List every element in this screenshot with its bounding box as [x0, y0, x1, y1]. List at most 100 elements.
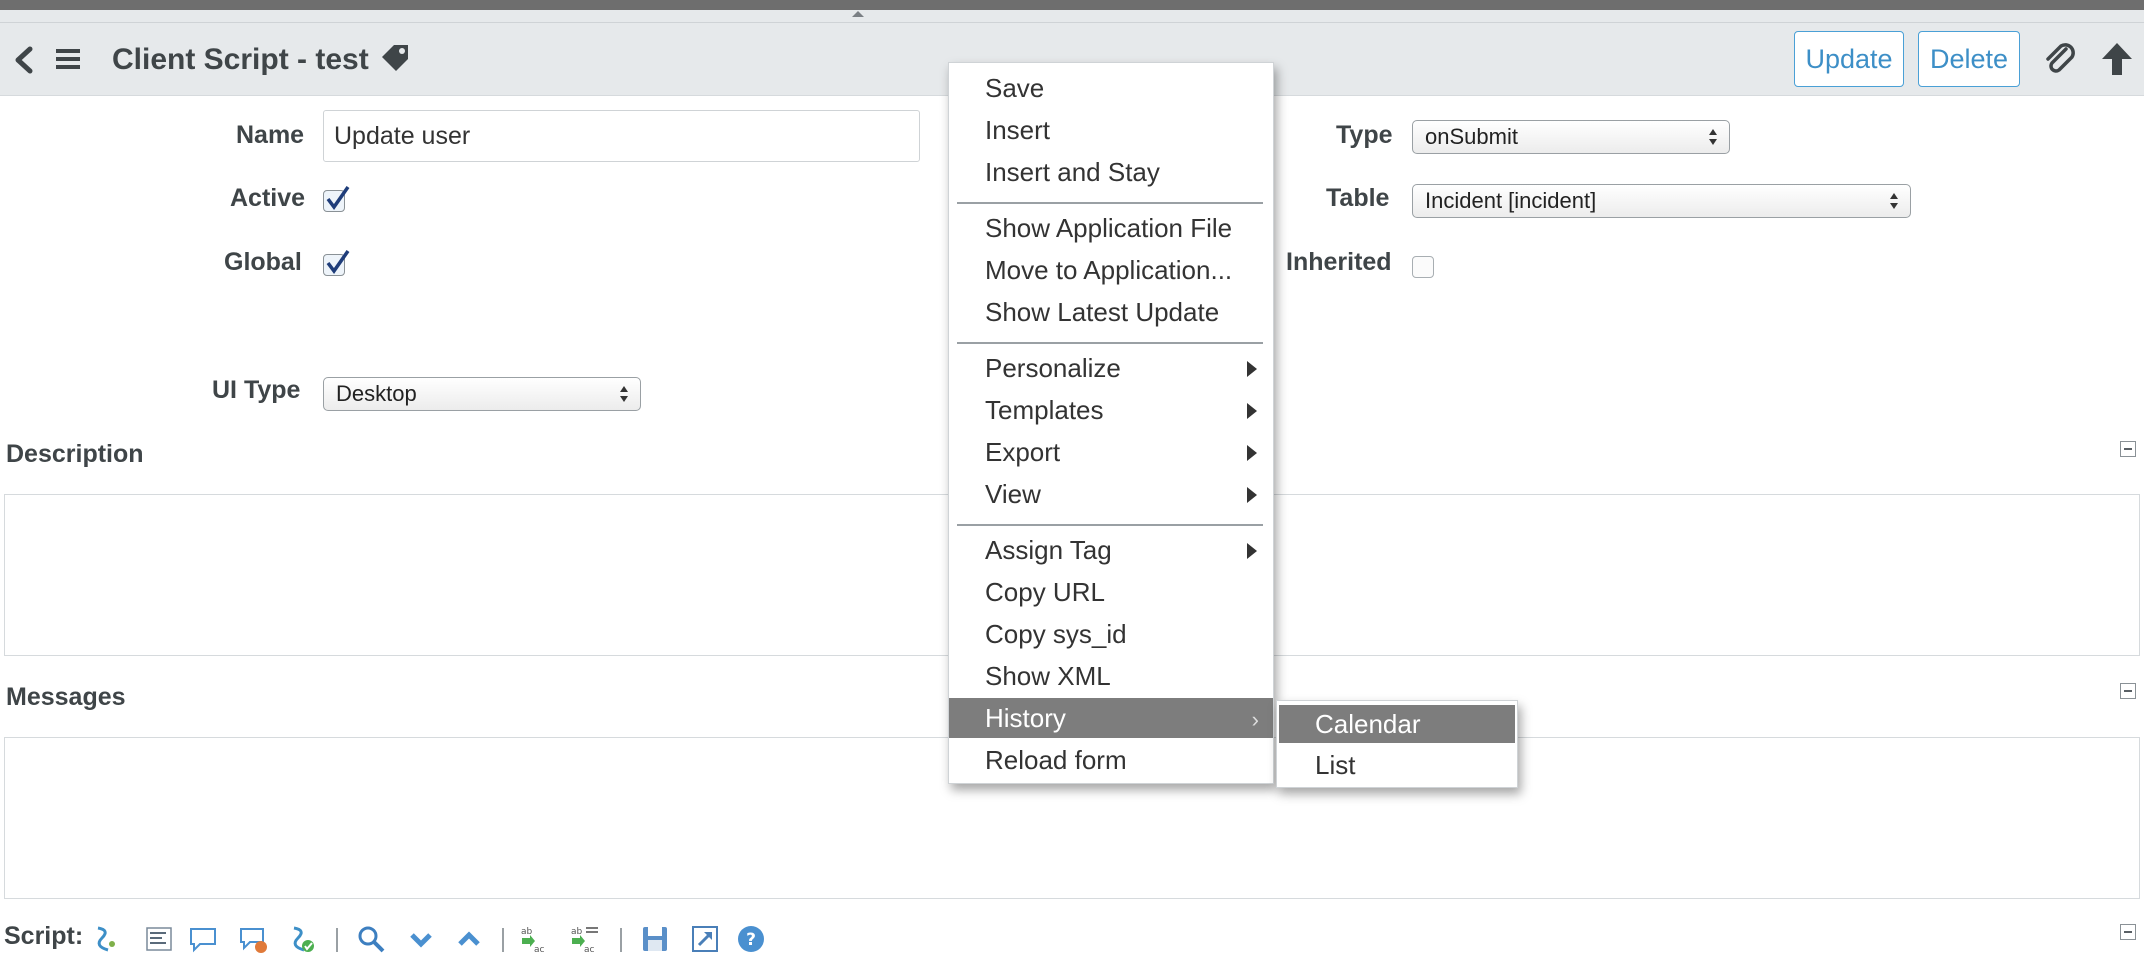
menu-item-label: Assign Tag [985, 534, 1112, 565]
menu-item-label: History [985, 702, 1066, 733]
menu-item-assign-tag[interactable]: Assign Tag [949, 530, 1273, 570]
menu-item-show-latest-update[interactable]: Show Latest Update [949, 292, 1273, 332]
window-top-bar [0, 0, 2144, 10]
menu-item-copy-url[interactable]: Copy URL [949, 572, 1273, 612]
fullscreen-icon[interactable] [690, 924, 720, 954]
find-next-icon[interactable] [406, 924, 436, 954]
collapse-strip[interactable] [0, 10, 2144, 23]
menu-item-label: Export [985, 436, 1061, 467]
global-label: Global [224, 248, 302, 276]
collapse-messages-button[interactable] [2120, 683, 2136, 699]
page-title: Client Script - test [112, 43, 369, 76]
name-input[interactable] [323, 110, 920, 162]
ui-type-label: UI Type [212, 376, 301, 404]
ui-type-value: Desktop [336, 381, 417, 406]
collapse-description-button[interactable] [2120, 441, 2136, 457]
menu-item-view[interactable]: View [949, 474, 1273, 514]
menu-item-label: Reload form [985, 744, 1127, 775]
uncomment-icon[interactable] [238, 924, 268, 954]
menu-item-show-application-file[interactable]: Show Application File [949, 208, 1273, 248]
menu-item-reload-form[interactable]: Reload form [949, 740, 1273, 780]
submenu-item-label: Calendar [1315, 708, 1421, 739]
update-button[interactable]: Update [1794, 31, 1904, 87]
toolbar-separator [502, 928, 504, 952]
ui-type-select[interactable]: Desktop [323, 377, 641, 411]
menu-item-label: Move to Application... [985, 254, 1233, 285]
menu-item-label: Copy sys_id [985, 618, 1127, 649]
hamburger-menu-icon[interactable] [54, 47, 82, 71]
submenu-arrow-icon [1247, 487, 1257, 503]
help-icon[interactable]: ? [736, 924, 766, 954]
menu-separator [957, 342, 1263, 344]
svg-text:?: ? [746, 930, 756, 950]
submenu-arrow-icon [1247, 403, 1257, 419]
submenu-arrow-icon [1247, 543, 1257, 559]
scroll-to-top-icon[interactable] [2100, 41, 2134, 77]
menu-item-export[interactable]: Export [949, 432, 1273, 472]
active-checkbox[interactable] [323, 185, 350, 212]
menu-item-show-xml[interactable]: Show XML [949, 656, 1273, 696]
back-icon[interactable] [10, 45, 38, 75]
format-icon[interactable] [144, 924, 174, 954]
active-label: Active [230, 184, 306, 212]
menu-item-history[interactable]: History › [949, 698, 1273, 738]
collapse-script-button[interactable] [2120, 924, 2136, 940]
replace-icon[interactable]: ab ac [520, 924, 550, 954]
table-label: Table [1326, 184, 1390, 212]
menu-item-label: Templates [985, 394, 1104, 425]
tag-icon[interactable] [378, 41, 412, 75]
table-value: Incident [incident] [1425, 188, 1597, 213]
menu-item-copy-sys-id[interactable]: Copy sys_id [949, 614, 1273, 654]
submenu-item-list[interactable]: List [1279, 746, 1515, 784]
save-icon[interactable] [640, 924, 670, 954]
check-syntax-icon[interactable] [286, 924, 316, 954]
menu-separator [957, 524, 1263, 526]
menu-item-templates[interactable]: Templates [949, 390, 1273, 430]
menu-item-personalize[interactable]: Personalize [949, 348, 1273, 388]
type-select[interactable]: onSubmit [1412, 120, 1730, 154]
submenu-chevron-icon: › [1251, 707, 1259, 732]
inherited-checkbox[interactable] [1412, 256, 1434, 278]
inherited-label: Inherited [1286, 248, 1392, 276]
table-select[interactable]: Incident [incident] [1412, 184, 1911, 218]
menu-item-label: Show XML [985, 660, 1111, 691]
menu-item-save[interactable]: Save [949, 68, 1273, 108]
menu-item-insert-and-stay[interactable]: Insert and Stay [949, 152, 1273, 192]
paperclip-icon[interactable] [2042, 41, 2078, 77]
menu-item-label: Show Latest Update [985, 296, 1220, 327]
submenu-arrow-icon [1247, 361, 1257, 377]
select-arrows-icon [1890, 193, 1898, 209]
menu-separator [957, 202, 1263, 204]
menu-item-label: Personalize [985, 352, 1121, 383]
select-arrows-icon [620, 386, 628, 402]
collapse-caret-icon[interactable] [852, 11, 864, 17]
find-previous-icon[interactable] [454, 924, 484, 954]
menu-item-label: View [985, 478, 1041, 509]
context-menu: Save Insert Insert and Stay Show Applica… [948, 62, 1274, 784]
search-icon[interactable] [356, 924, 386, 954]
replace-all-icon[interactable]: ab ac [570, 924, 600, 954]
global-checkbox[interactable] [323, 249, 350, 276]
type-label: Type [1336, 121, 1393, 149]
type-value: onSubmit [1425, 124, 1518, 149]
name-label: Name [236, 121, 305, 149]
history-submenu: Calendar List [1276, 700, 1518, 788]
menu-item-move-to-application[interactable]: Move to Application... [949, 250, 1273, 290]
submenu-item-label: List [1315, 749, 1356, 780]
submenu-item-calendar[interactable]: Calendar [1279, 705, 1515, 743]
toolbar-separator [336, 928, 338, 952]
comment-icon[interactable] [188, 924, 218, 954]
menu-item-insert[interactable]: Insert [949, 110, 1273, 150]
toolbar-separator [620, 928, 622, 952]
svg-text:ac: ac [534, 945, 545, 954]
menu-item-label: Show Application File [985, 212, 1233, 243]
script-icon[interactable] [90, 924, 120, 954]
menu-item-label: Insert and Stay [985, 156, 1160, 187]
checkmark-icon [326, 249, 350, 274]
menu-item-label: Save [985, 72, 1045, 103]
svg-text:ab: ab [571, 927, 583, 937]
delete-button[interactable]: Delete [1918, 31, 2020, 87]
svg-text:ac: ac [584, 945, 595, 954]
svg-text:ab: ab [521, 927, 533, 937]
submenu-arrow-icon [1247, 445, 1257, 461]
